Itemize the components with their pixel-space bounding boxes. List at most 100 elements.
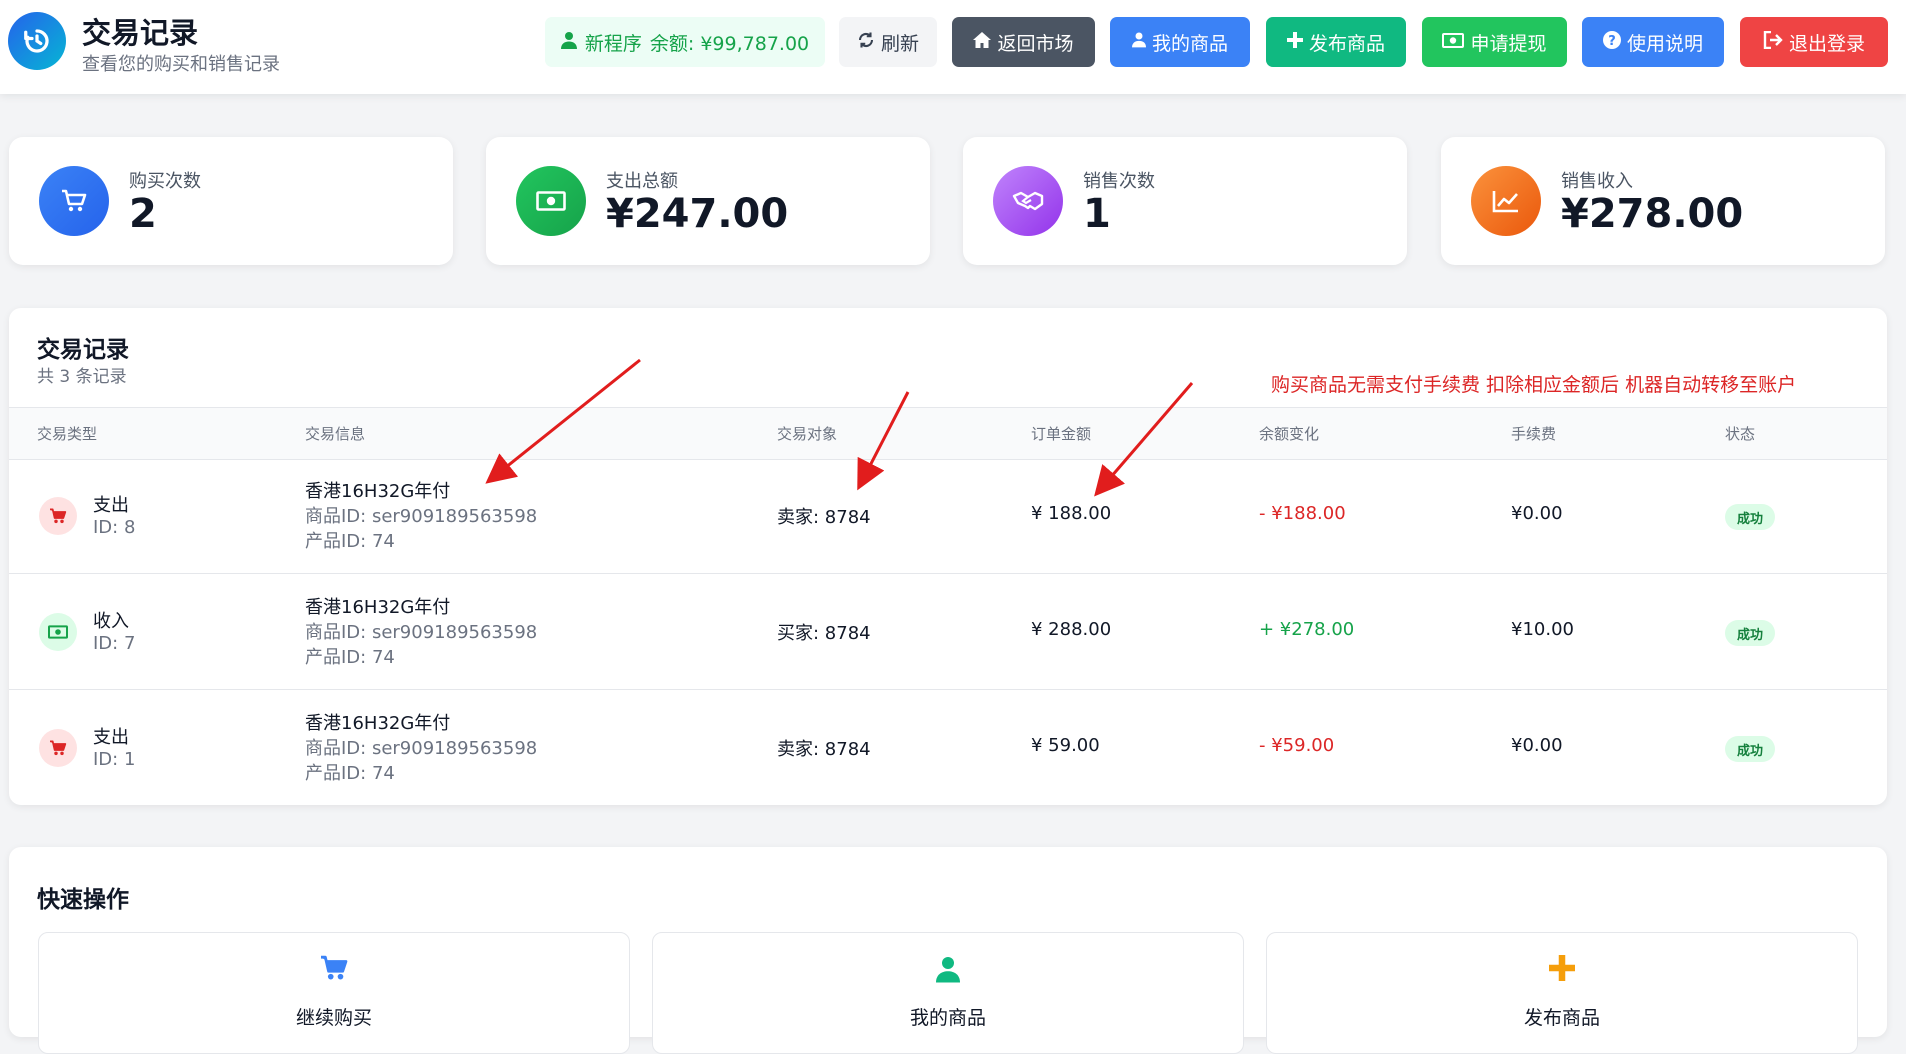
balance-badge: 新程序 余额: ¥99,787.00 [545, 17, 825, 67]
transaction-id: ID: 8 [93, 517, 136, 538]
home-icon [973, 31, 992, 53]
column-header: 交易信息 [305, 425, 366, 443]
stat-value: ¥247.00 [606, 191, 789, 237]
sign-out-icon [1763, 30, 1783, 54]
top-header: 交易记录 查看您的购买和销售记录 新程序 余额: ¥99,787.00 刷新 返… [0, 0, 1906, 94]
refresh-icon [857, 31, 875, 54]
quick-actions-title: 快速操作 [37, 887, 129, 913]
quick-label: 继续购买 [295, 1007, 372, 1029]
publish-label: 发布商品 [1308, 32, 1385, 55]
transaction-info: 香港16H32G年付 商品ID: ser909189563598 产品ID: 7… [305, 595, 537, 670]
plus-icon [1286, 31, 1303, 53]
my-products-button[interactable]: 我的商品 [1110, 17, 1250, 67]
order-amount: ¥ 288.00 [1031, 619, 1112, 640]
market-label: 返回市场 [997, 32, 1074, 55]
cart-icon [39, 729, 77, 767]
logout-button[interactable]: 退出登录 [1740, 17, 1888, 67]
transaction-type: 支出 [93, 495, 129, 516]
transaction-type: 收入 [93, 611, 129, 632]
column-header: 手续费 [1511, 425, 1557, 443]
product-id: 产品ID: 74 [305, 531, 395, 552]
cart-icon [39, 955, 629, 981]
stat-card-purchases: 购买次数 2 [9, 137, 453, 265]
quick-continue-buy[interactable]: 继续购买 [38, 932, 630, 1054]
column-header: 订单金额 [1031, 425, 1092, 443]
status-badge: 成功 [1725, 504, 1775, 530]
balance-change: - ¥59.00 [1259, 735, 1335, 756]
transaction-id: ID: 7 [93, 633, 136, 654]
product-name: 香港16H32G年付 [305, 597, 451, 618]
balance-label: 新程序 [584, 32, 642, 55]
item-id: 商品ID: ser909189563598 [305, 738, 538, 759]
back-to-market-button[interactable]: 返回市场 [952, 17, 1095, 67]
fee: ¥0.00 [1511, 503, 1563, 524]
fee: ¥0.00 [1511, 735, 1563, 756]
counterparty: 卖家: 8784 [777, 739, 871, 760]
refresh-label: 刷新 [880, 32, 919, 55]
history-icon [8, 12, 66, 70]
svg-text:?: ? [1608, 34, 1616, 49]
stat-label: 销售收入 [1561, 171, 1633, 192]
balance-change: + ¥278.00 [1259, 619, 1355, 640]
user-icon [1131, 31, 1146, 53]
table-row: 收入 ID: 7 香港16H32G年付 商品ID: ser90918956359… [9, 574, 1887, 690]
transaction-type: 支出 [93, 727, 129, 748]
stat-value: 1 [1083, 191, 1111, 237]
status-badge: 成功 [1725, 736, 1775, 762]
money-icon [1442, 31, 1465, 53]
help-button[interactable]: ? 使用说明 [1582, 17, 1724, 67]
product-name: 香港16H32G年付 [305, 713, 451, 734]
column-header: 状态 [1725, 425, 1756, 443]
refresh-button[interactable]: 刷新 [839, 17, 937, 67]
stat-label: 支出总额 [606, 171, 678, 192]
item-id: 商品ID: ser909189563598 [305, 506, 538, 527]
counterparty: 卖家: 8784 [777, 507, 871, 528]
table-header: 交易类型 交易信息 交易对象 订单金额 余额变化 手续费 状态 [9, 407, 1887, 460]
table-row: 支出 ID: 8 香港16H32G年付 商品ID: ser90918956359… [9, 458, 1887, 574]
balance-change: - ¥188.00 [1259, 503, 1346, 524]
status-badge: 成功 [1725, 620, 1775, 646]
fee: ¥10.00 [1511, 619, 1574, 640]
quick-publish[interactable]: 发布商品 [1266, 932, 1858, 1054]
stat-card-spending: 支出总额 ¥247.00 [486, 137, 930, 265]
help-label: 使用说明 [1626, 32, 1703, 55]
logout-label: 退出登录 [1788, 32, 1865, 55]
page-title: 交易记录 [82, 16, 199, 50]
page-subtitle: 查看您的购买和销售记录 [82, 54, 280, 75]
quick-label: 发布商品 [1523, 1007, 1600, 1029]
order-amount: ¥ 188.00 [1031, 503, 1112, 524]
quick-my-products[interactable]: 我的商品 [652, 932, 1244, 1054]
withdraw-label: 申请提现 [1470, 32, 1547, 55]
annotation-note: 购买商品无需支付手续费 扣除相应金额后 机器自动转移至账户 [1271, 374, 1797, 396]
cart-icon [39, 497, 77, 535]
records-count: 共 3 条记录 [37, 367, 127, 387]
product-id: 产品ID: 74 [305, 647, 395, 668]
user-icon [653, 955, 1243, 983]
column-header: 余额变化 [1259, 425, 1320, 443]
stat-label: 购买次数 [129, 171, 201, 192]
stat-value: ¥278.00 [1561, 191, 1744, 237]
quick-label: 我的商品 [909, 1007, 986, 1029]
publish-product-button[interactable]: 发布商品 [1266, 17, 1406, 67]
counterparty: 买家: 8784 [777, 623, 871, 644]
table-row: 支出 ID: 1 香港16H32G年付 商品ID: ser90918956359… [9, 690, 1887, 805]
transaction-id: ID: 1 [93, 749, 136, 770]
question-circle-icon: ? [1602, 30, 1621, 54]
product-id: 产品ID: 74 [305, 763, 395, 784]
money-icon [39, 613, 77, 651]
chart-line-icon [1471, 166, 1541, 236]
product-name: 香港16H32G年付 [305, 481, 451, 502]
records-panel: 交易记录 共 3 条记录 购买商品无需支付手续费 扣除相应金额后 机器自动转移至… [9, 308, 1887, 805]
stat-label: 销售次数 [1083, 171, 1155, 192]
transaction-info: 香港16H32G年付 商品ID: ser909189563598 产品ID: 7… [305, 711, 537, 786]
balance-amount: 余额: ¥99,787.00 [649, 32, 810, 55]
money-icon [516, 166, 586, 236]
stat-card-income: 销售收入 ¥278.00 [1441, 137, 1885, 265]
column-header: 交易类型 [37, 425, 98, 443]
user-icon [560, 31, 577, 54]
item-id: 商品ID: ser909189563598 [305, 622, 538, 643]
records-title: 交易记录 [37, 337, 129, 363]
plus-icon [1267, 955, 1857, 981]
mine-label: 我的商品 [1151, 32, 1228, 55]
withdraw-button[interactable]: 申请提现 [1422, 17, 1567, 67]
